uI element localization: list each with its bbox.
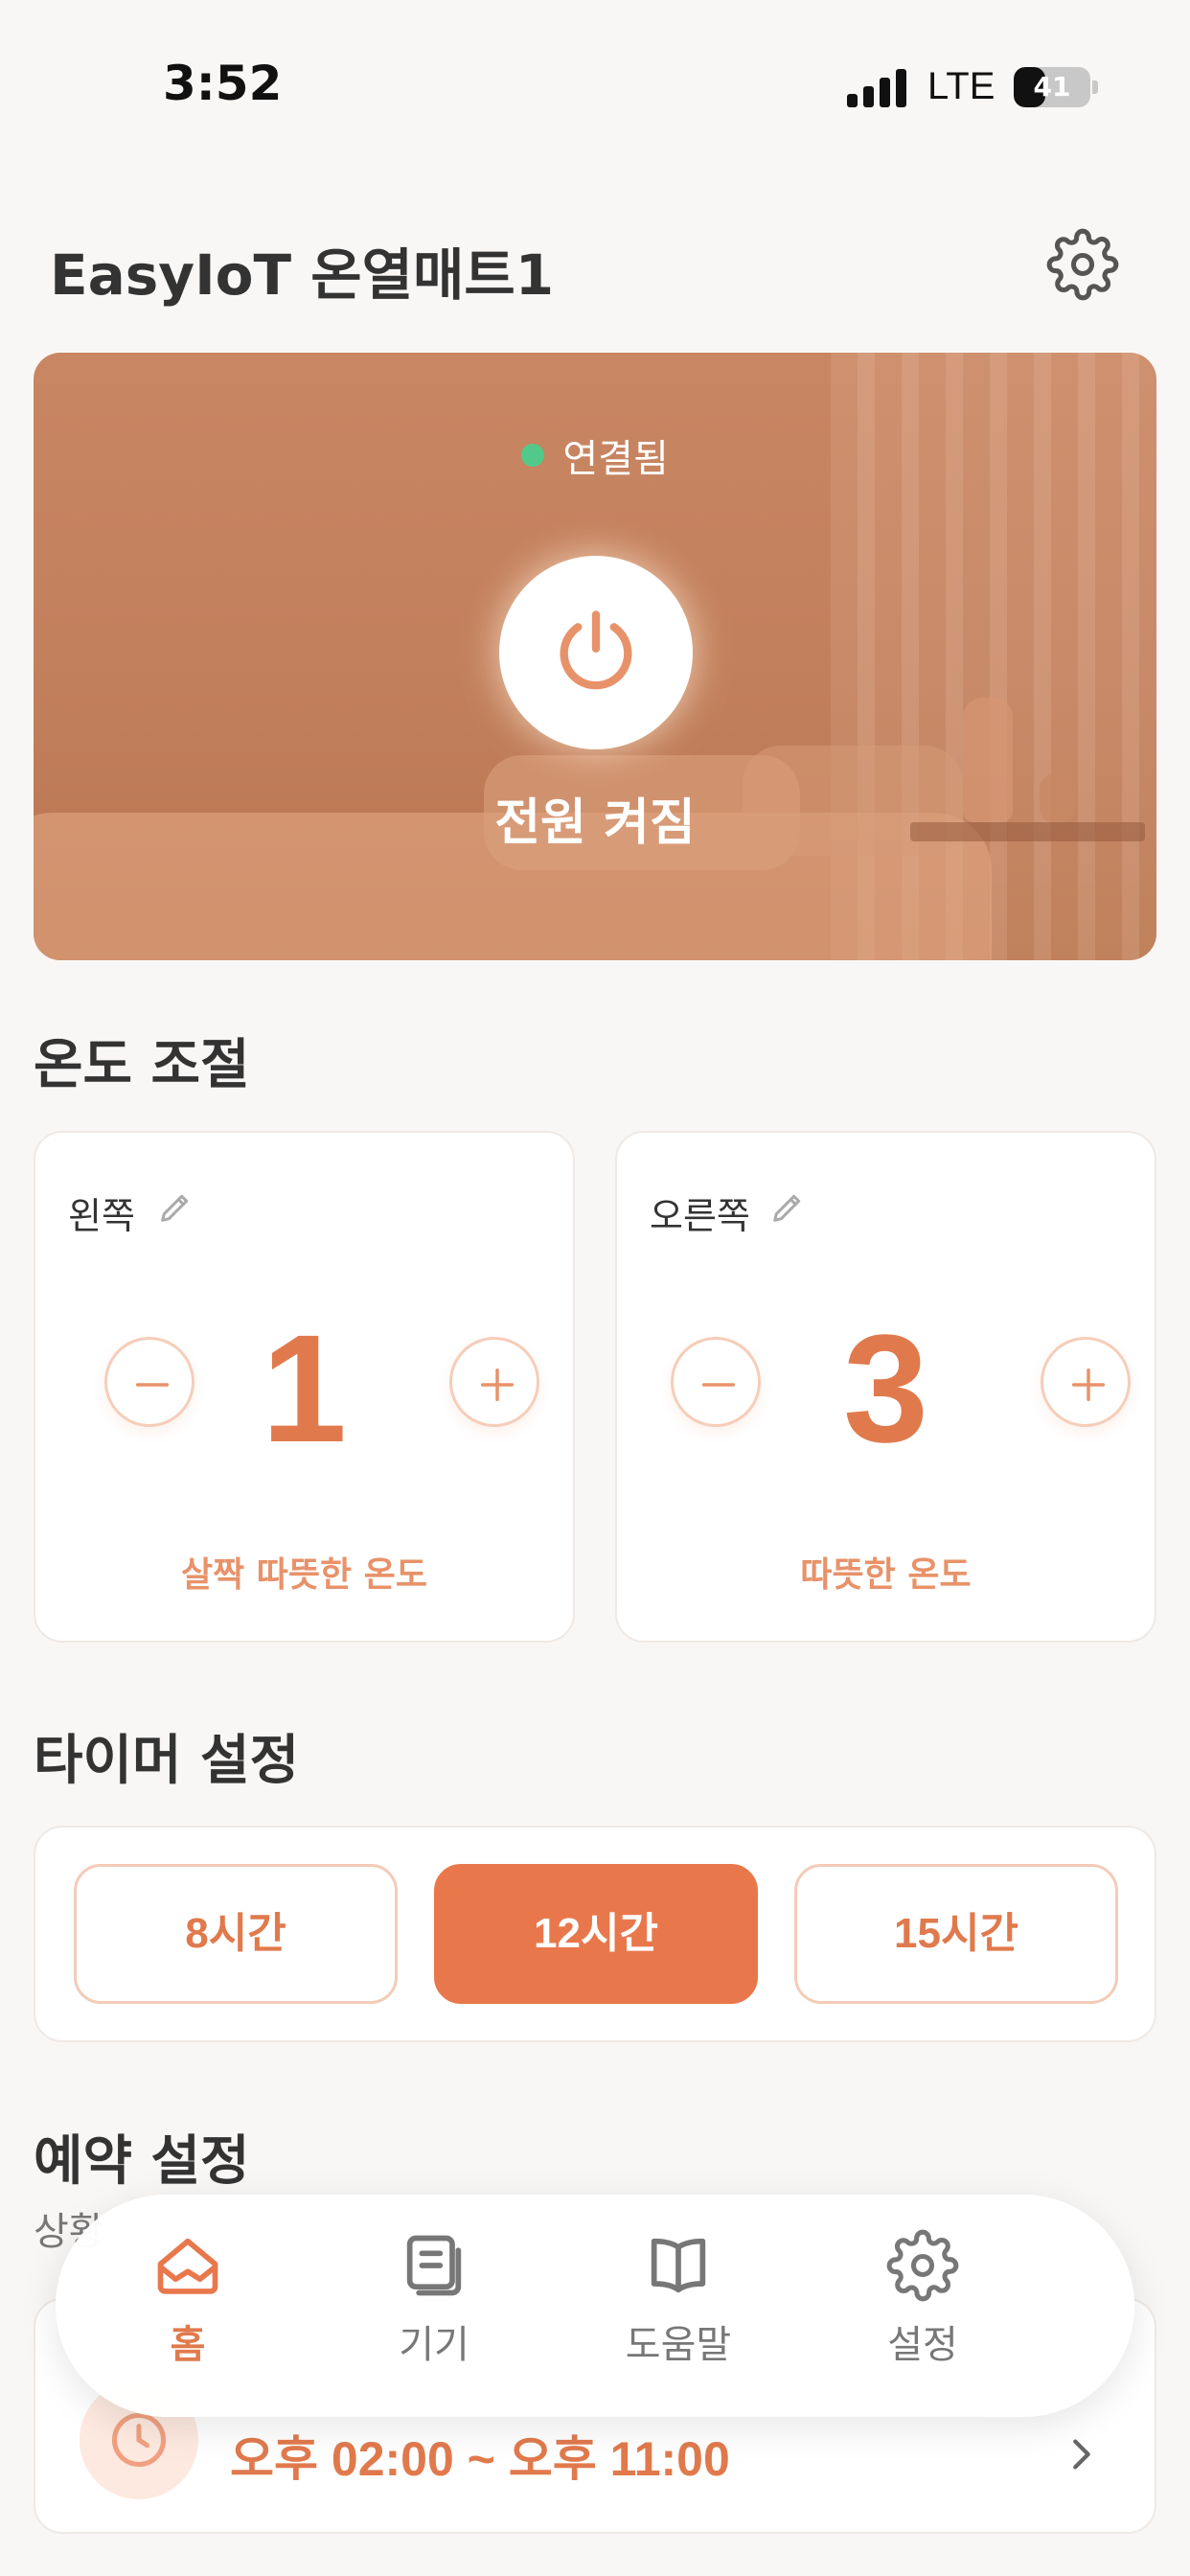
temperature-section-title: 온도 조절 xyxy=(34,1034,250,1096)
battery-percent: 41 xyxy=(1033,71,1071,103)
nav-devices-label: 기기 xyxy=(399,2323,469,2367)
temp-card-left: 왼쪽 1 살짝 따뜻한 온도 xyxy=(34,1131,575,1643)
network-type: LTE xyxy=(927,65,995,107)
increase-button[interactable] xyxy=(449,1337,539,1427)
timer-option-12h[interactable]: 12시간 xyxy=(434,1864,758,2004)
power-button[interactable] xyxy=(499,556,693,749)
nav-settings[interactable]: 설정 xyxy=(827,2229,1018,2392)
nav-devices[interactable]: 기기 xyxy=(338,2229,530,2392)
temperature-description: 따뜻한 온도 xyxy=(800,1555,972,1595)
power-status-label: 전원 켜짐 xyxy=(494,794,696,852)
power-hero-card: 연결됨 전원 켜짐 xyxy=(34,353,1156,960)
zone-label: 왼쪽 xyxy=(68,1195,135,1237)
gear-icon xyxy=(886,2229,959,2302)
connection-status: 연결됨 xyxy=(34,427,1156,483)
help-book-icon xyxy=(651,2238,706,2293)
bottom-navigation: 홈 기기 도움말 설정 xyxy=(56,2195,1134,2417)
page-title: EasyIoT 온열매트1 xyxy=(50,242,555,308)
plus-icon xyxy=(1071,1368,1106,1402)
timer-option-8h[interactable]: 8시간 xyxy=(74,1864,398,2004)
status-bar: 3:52 LTE 41 xyxy=(0,0,1190,172)
nav-help[interactable]: 도움말 xyxy=(583,2229,774,2392)
temperature-description: 살짝 따뜻한 온도 xyxy=(181,1555,427,1595)
edit-pencil-icon[interactable] xyxy=(768,1188,807,1227)
timer-options: 8시간 12시간 15시간 xyxy=(34,1826,1156,2042)
increase-button[interactable] xyxy=(1041,1337,1131,1427)
zone-label: 오른쪽 xyxy=(650,1195,750,1237)
home-icon xyxy=(157,2238,218,2294)
signal-icon xyxy=(847,69,906,107)
reservation-section-title: 예약 설정 xyxy=(34,2130,250,2193)
power-icon xyxy=(560,610,632,690)
devices-icon xyxy=(406,2235,462,2296)
timer-section-title: 타이머 설정 xyxy=(34,1730,300,1792)
nav-home-label: 홈 xyxy=(170,2323,206,2367)
plus-icon xyxy=(480,1368,515,1402)
chevron-right-icon xyxy=(1073,2439,1090,2470)
battery-icon: 41 xyxy=(1014,67,1090,107)
nav-help-label: 도움말 xyxy=(625,2323,732,2367)
settings-gear-icon[interactable] xyxy=(1046,228,1119,301)
timer-option-15h[interactable]: 15시간 xyxy=(794,1864,1118,2004)
nav-home[interactable]: 홈 xyxy=(92,2229,284,2392)
status-time: 3:52 xyxy=(163,56,283,111)
connected-dot-icon xyxy=(521,444,545,467)
edit-pencil-icon[interactable] xyxy=(156,1188,195,1227)
battery-tip xyxy=(1092,80,1098,94)
reservation-time-range: 오후 02:00 ~ 오후 11:00 xyxy=(230,2432,730,2486)
temp-card-right: 오른쪽 3 따뜻한 온도 xyxy=(615,1131,1156,1643)
connection-status-text: 연결됨 xyxy=(562,437,669,481)
nav-settings-label: 설정 xyxy=(887,2323,958,2367)
